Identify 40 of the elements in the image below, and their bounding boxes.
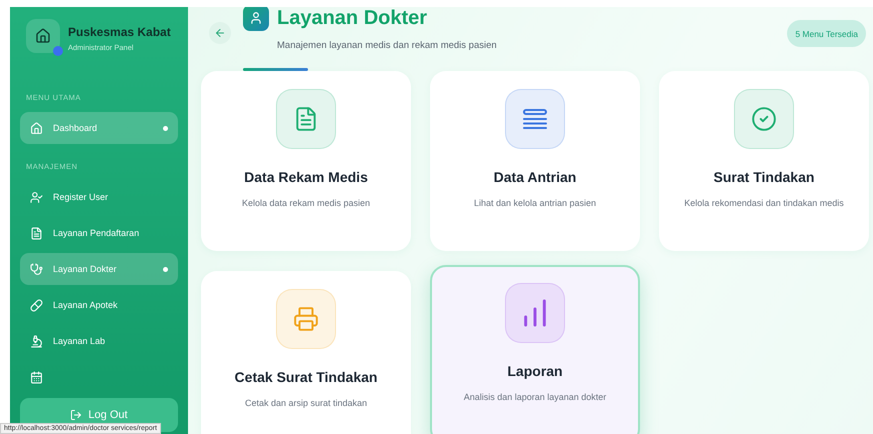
sidebar-item[interactable]: Dashboard: [20, 112, 178, 144]
card-description: Analisis dan laporan layanan dokter: [464, 392, 606, 402]
back-button[interactable]: [209, 22, 231, 44]
card-title: Data Antrian: [494, 169, 576, 185]
menu-count-badge: 5 Menu Tersedia: [787, 20, 866, 47]
sidebar-item[interactable]: Register User: [20, 181, 178, 213]
list-icon: [522, 108, 548, 130]
card-description: Cetak dan arsip surat tindakan: [244, 398, 368, 408]
card-title: Data Rekam Medis: [244, 169, 368, 185]
home-icon: [30, 122, 43, 134]
sidebar-item[interactable]: Layanan Dokter: [20, 253, 178, 285]
card-description: Lihat dan kelola antrian pasien: [474, 198, 596, 208]
app-title: Puskesmas Kabat: [68, 25, 171, 39]
card-description: Kelola rekomendasi dan tindakan medis: [684, 198, 844, 208]
sidebar-item[interactable]: Layanan Pendaftaran: [20, 217, 178, 249]
stethoscope-icon: [30, 262, 43, 276]
check-circle-icon: [751, 106, 777, 132]
page-title: Layanan Dokter: [277, 7, 428, 30]
arrow-left-icon: [214, 27, 226, 39]
card-title: Cetak Surat Tindakan: [234, 369, 378, 385]
menu-card[interactable]: Laporan Analisis dan laporan layanan dokter: [430, 265, 640, 434]
sidebar-item[interactable]: Layanan Lab: [20, 325, 178, 357]
microscope-icon: [30, 334, 43, 348]
calendar-icon: [30, 370, 43, 384]
card-title: Laporan: [507, 363, 563, 379]
page-subtitle: Manajemen layanan medis dan rekam medis pasien: [277, 40, 497, 51]
menu-card[interactable]: Data Rekam Medis Kelola data rekam medis pasien: [201, 71, 411, 251]
menu-card[interactable]: Surat Tindakan Kelola rekomendasi dan tindakan medis: [659, 71, 869, 251]
card-description: Kelola data rekam medis pasien: [242, 198, 370, 208]
logo-icon: [26, 19, 60, 53]
menu-card[interactable]: Data Antrian Lihat dan kelola antrian pasien: [430, 71, 640, 251]
printer-icon: [293, 306, 319, 332]
pill-icon: [30, 298, 43, 312]
card-title: Surat Tindakan: [714, 169, 814, 185]
logout-icon: [70, 409, 82, 421]
user-check-icon: [30, 190, 43, 204]
sidebar-item[interactable]: Layanan Apotek: [20, 289, 178, 321]
document-icon: [30, 226, 43, 240]
user-icon: [243, 7, 269, 31]
menu-card[interactable]: Cetak Surat Tindakan Cetak dan arsip surat tindakan: [201, 271, 411, 434]
